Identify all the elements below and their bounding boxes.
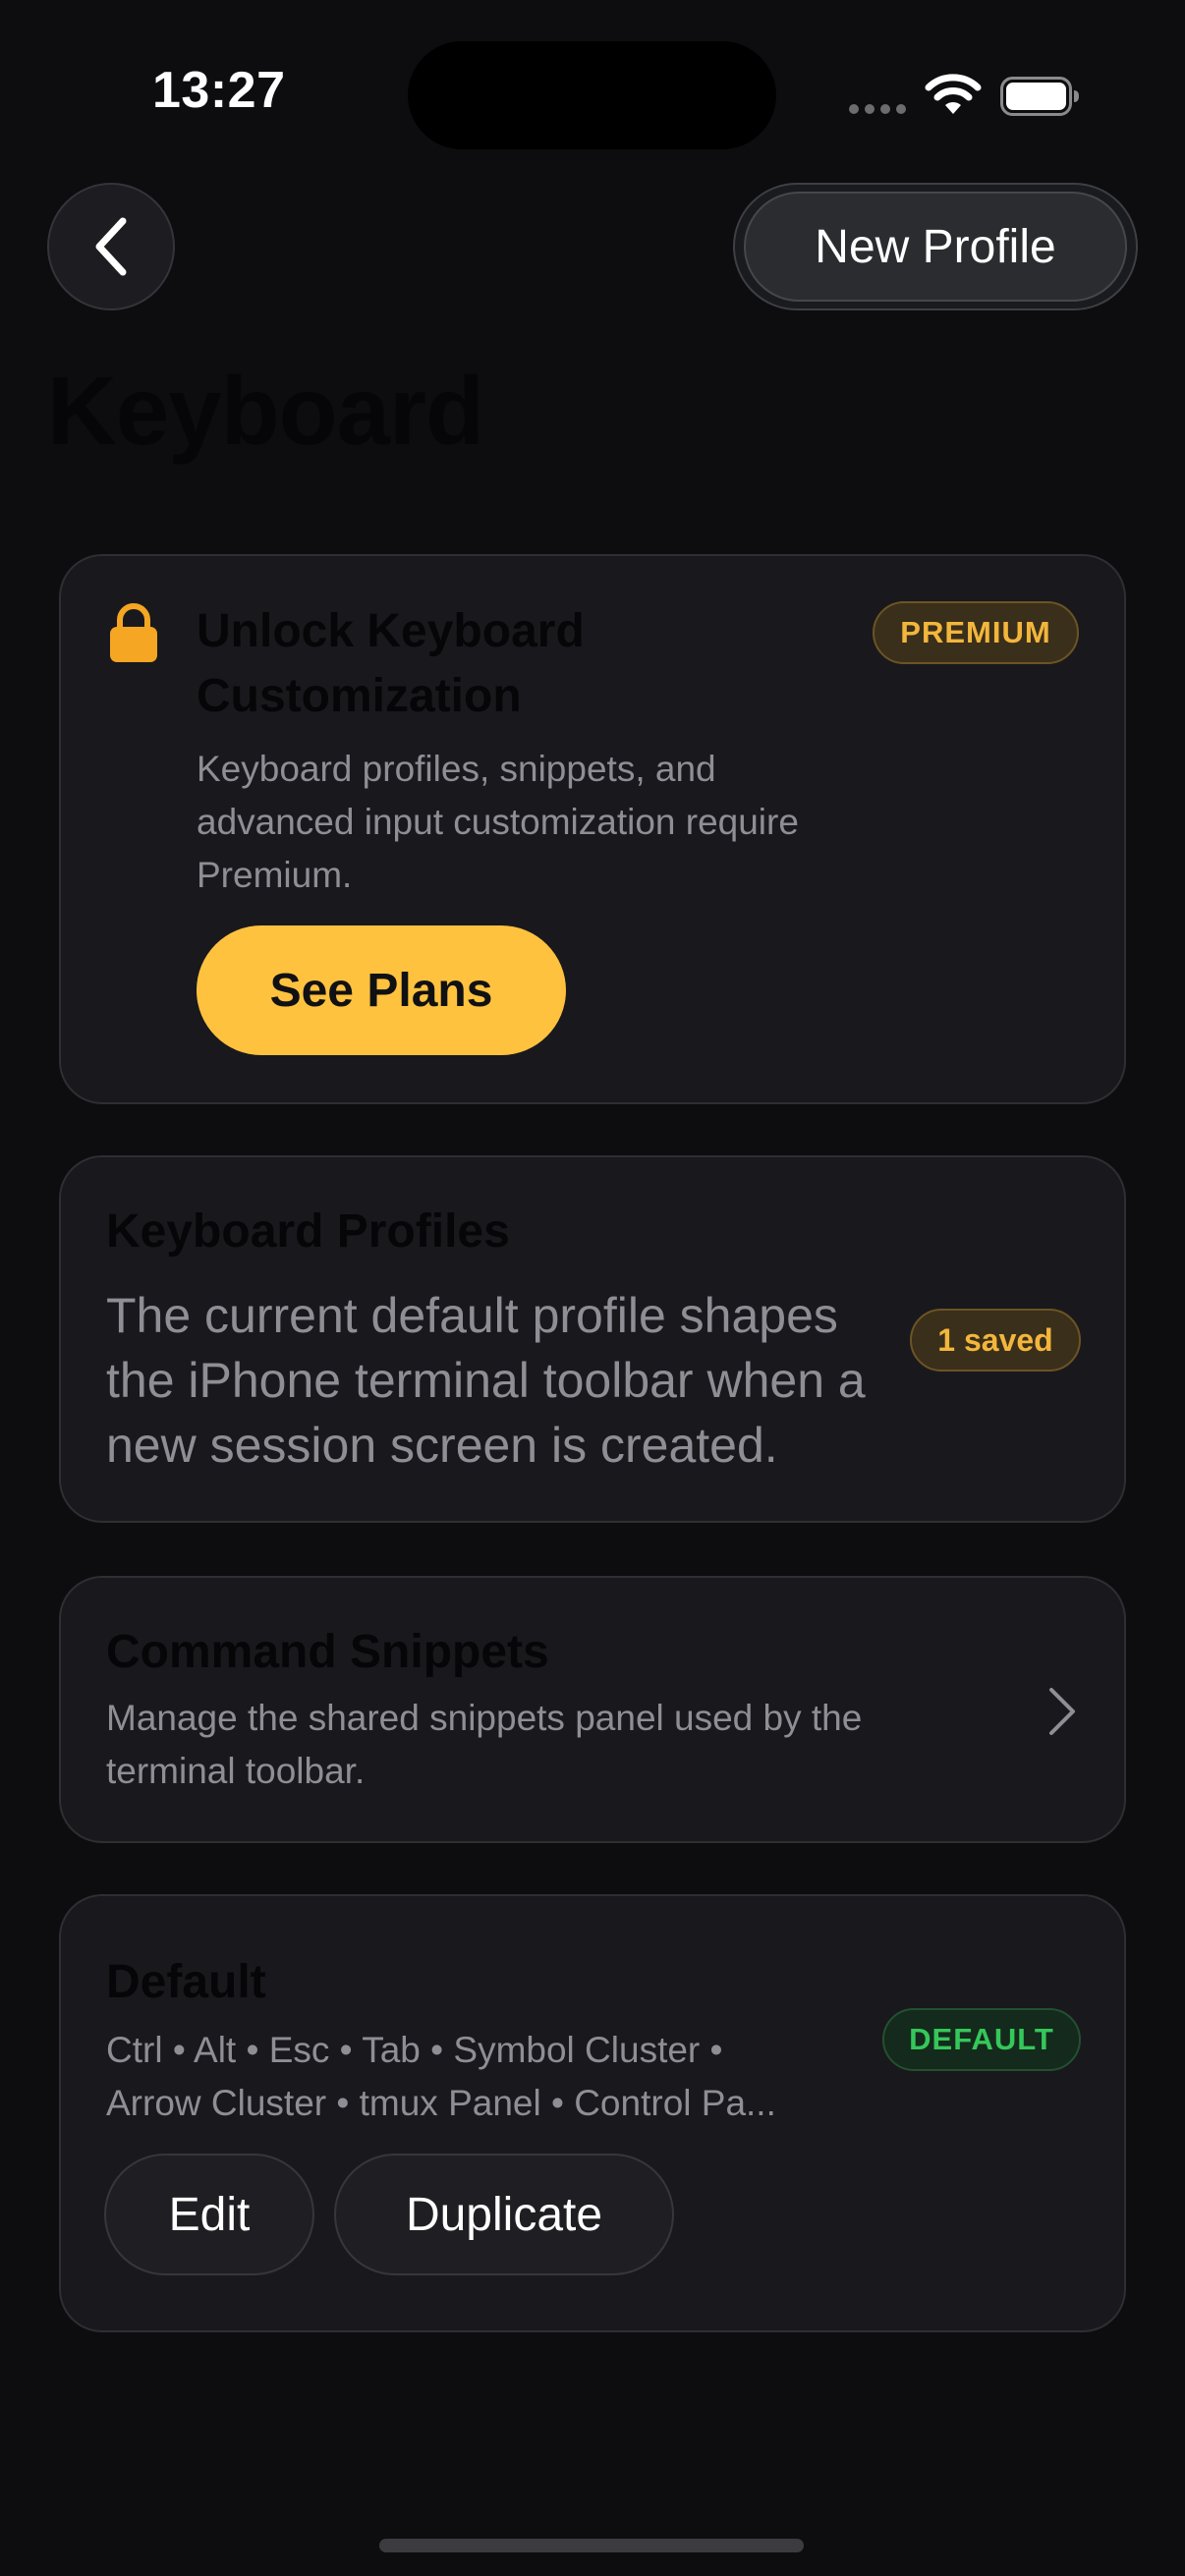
battery-icon — [1000, 77, 1079, 116]
keyboard-profiles-description: The current default profile shapes the i… — [106, 1288, 866, 1473]
page-title: Keyboard — [47, 357, 484, 465]
status-time: 13:27 — [152, 62, 286, 119]
duplicate-profile-button[interactable]: Duplicate — [334, 2154, 674, 2275]
back-button[interactable] — [47, 183, 175, 310]
command-snippets-description: Manage the shared snippets panel used by… — [106, 1698, 863, 1791]
premium-card-description: Keyboard profiles, snippets, and advance… — [197, 749, 799, 895]
profile-name: Default — [106, 1956, 266, 2008]
chevron-left-icon — [95, 217, 127, 276]
edit-profile-button[interactable]: Edit — [104, 2154, 314, 2275]
saved-count-badge: 1 saved — [910, 1309, 1081, 1372]
home-indicator — [379, 2539, 804, 2552]
command-snippets-title: Command Snippets — [106, 1626, 549, 1678]
new-profile-button[interactable]: New Profile — [733, 183, 1138, 310]
cellular-signal-icon — [849, 102, 908, 116]
premium-badge: PREMIUM — [873, 601, 1079, 664]
default-badge: DEFAULT — [882, 2008, 1081, 2071]
premium-card-title: Unlock Keyboard Customization — [197, 605, 585, 722]
wifi-icon — [925, 74, 982, 114]
see-plans-button[interactable]: See Plans — [197, 925, 566, 1055]
keyboard-profiles-title: Keyboard Profiles — [106, 1205, 510, 1258]
lock-icon — [110, 603, 157, 662]
profile-keys-line-1: Ctrl • Alt • Esc • Tab • Symbol Cluster … — [106, 2030, 723, 2070]
profile-keys-line-2: Arrow Cluster • tmux Panel • Control Pa.… — [106, 2083, 776, 2123]
chevron-right-icon — [1049, 1688, 1075, 1735]
new-profile-label: New Profile — [744, 192, 1127, 302]
dynamic-island — [408, 41, 776, 149]
profile-keys-summary: Ctrl • Alt • Esc • Tab • Symbol Cluster … — [106, 2024, 873, 2130]
